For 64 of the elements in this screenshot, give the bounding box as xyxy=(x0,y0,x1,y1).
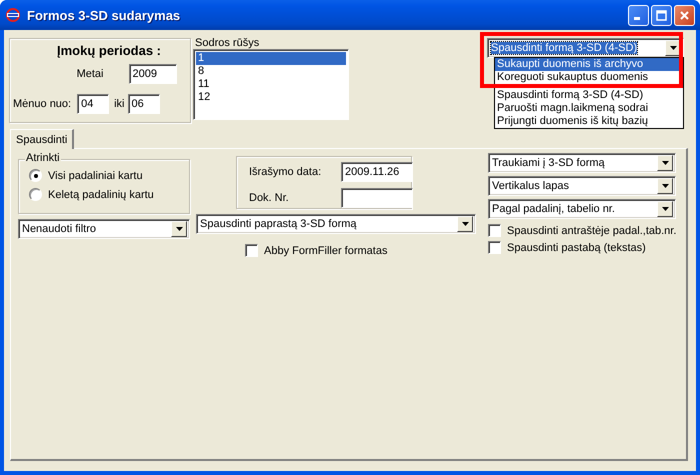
caret-icon xyxy=(176,227,182,231)
checkbox[interactable] xyxy=(488,241,501,254)
checkbox-label: Abby FormFiller formatas xyxy=(264,244,388,256)
checkbox-label: Spausdinti antraštėje padal.,tab.nr. xyxy=(507,224,676,236)
radio-button[interactable] xyxy=(29,188,42,201)
dropdown-button[interactable] xyxy=(657,201,673,217)
list-item[interactable]: 12 xyxy=(196,91,346,104)
dropdown-option[interactable]: Paruošti magn.laikmeną sodrai xyxy=(495,102,683,115)
close-button[interactable] xyxy=(674,4,695,26)
dropdown-button[interactable] xyxy=(171,221,187,237)
radio-button[interactable] xyxy=(29,169,42,182)
dropdown-option[interactable]: Prijungti duomenis iš kitų bazių xyxy=(495,115,683,128)
field-label: Metai xyxy=(76,68,104,80)
app-icon xyxy=(5,7,21,23)
checkbox[interactable] xyxy=(488,224,501,237)
list-item[interactable]: 11 xyxy=(196,78,346,91)
dropdown-option[interactable]: Koreguoti sukauptus duomenis xyxy=(495,71,683,84)
input-field[interactable]: 2009 xyxy=(128,64,176,84)
group-label: Atrinkti xyxy=(25,152,61,164)
caret-icon xyxy=(670,46,676,50)
dropdown-value: Vertikalus lapas xyxy=(492,180,570,192)
dropdown-value: Nenaudoti filtro xyxy=(22,223,96,235)
dropdown-value: Traukiami į 3-SD formą xyxy=(492,157,605,169)
input-field[interactable]: 2009.11.26 xyxy=(341,162,413,182)
caret-icon xyxy=(662,161,668,165)
dropdown-button[interactable] xyxy=(657,155,673,171)
radio-label: Visi padaliniai kartu xyxy=(48,170,143,182)
list-item[interactable]: 8 xyxy=(196,65,346,78)
dropdown[interactable]: Nenaudoti filtro xyxy=(18,219,190,239)
group-heading: Įmokų periodas : xyxy=(56,43,162,59)
field-label: iki xyxy=(114,98,124,110)
field-label: Mėnuo nuo: xyxy=(13,98,72,110)
maximize-icon xyxy=(655,8,668,22)
dropdown-option[interactable]: Spausdinti formą 3-SD (4-SD) xyxy=(495,89,683,102)
list-item[interactable]: 1 xyxy=(196,52,346,65)
radio-label: Keletą padalinių kartu xyxy=(48,188,154,200)
dropdown[interactable]: Pagal padalinį, tabelio nr. xyxy=(488,199,676,219)
maximize-button[interactable] xyxy=(651,4,672,26)
dropdown[interactable]: Vertikalus lapas xyxy=(488,176,676,196)
input-field[interactable]: 04 xyxy=(77,94,110,114)
window-title: Formos 3-SD sudarymas xyxy=(27,8,182,22)
dropdown-button[interactable] xyxy=(457,216,473,232)
caret-icon xyxy=(662,184,668,188)
dropdown[interactable]: Traukiami į 3-SD formą xyxy=(488,153,676,173)
list-label: Sodros rūšys xyxy=(195,37,260,49)
tab[interactable]: Spausdinti xyxy=(10,129,74,149)
caret-icon xyxy=(662,207,668,211)
input-field[interactable] xyxy=(341,188,413,208)
dropdown-button[interactable] xyxy=(657,178,673,194)
dropdown[interactable]: Spausdinti paprastą 3-SD formą xyxy=(196,214,476,234)
dropdown-value: Spausdinti formą 3-SD (4-SD) xyxy=(491,42,638,54)
dropdown-value: Spausdinti paprastą 3-SD formą xyxy=(200,218,357,230)
close-icon xyxy=(678,8,691,22)
list-box[interactable]: 1 8 11 12 xyxy=(193,49,349,120)
checkbox[interactable] xyxy=(245,244,258,257)
field-label: Dok. Nr. xyxy=(249,192,290,204)
input-field[interactable]: 06 xyxy=(128,94,160,114)
checkbox-label: Spausdinti pastabą (tekstas) xyxy=(507,242,646,254)
dropdown-value: Pagal padalinį, tabelio nr. xyxy=(492,203,615,215)
caret-icon xyxy=(462,222,468,226)
dropdown[interactable]: Spausdinti formą 3-SD (4-SD) xyxy=(487,38,684,58)
minimize-button[interactable] xyxy=(628,4,649,26)
minimize-icon xyxy=(634,17,640,20)
field-label: Išrašymo data: xyxy=(249,166,322,178)
